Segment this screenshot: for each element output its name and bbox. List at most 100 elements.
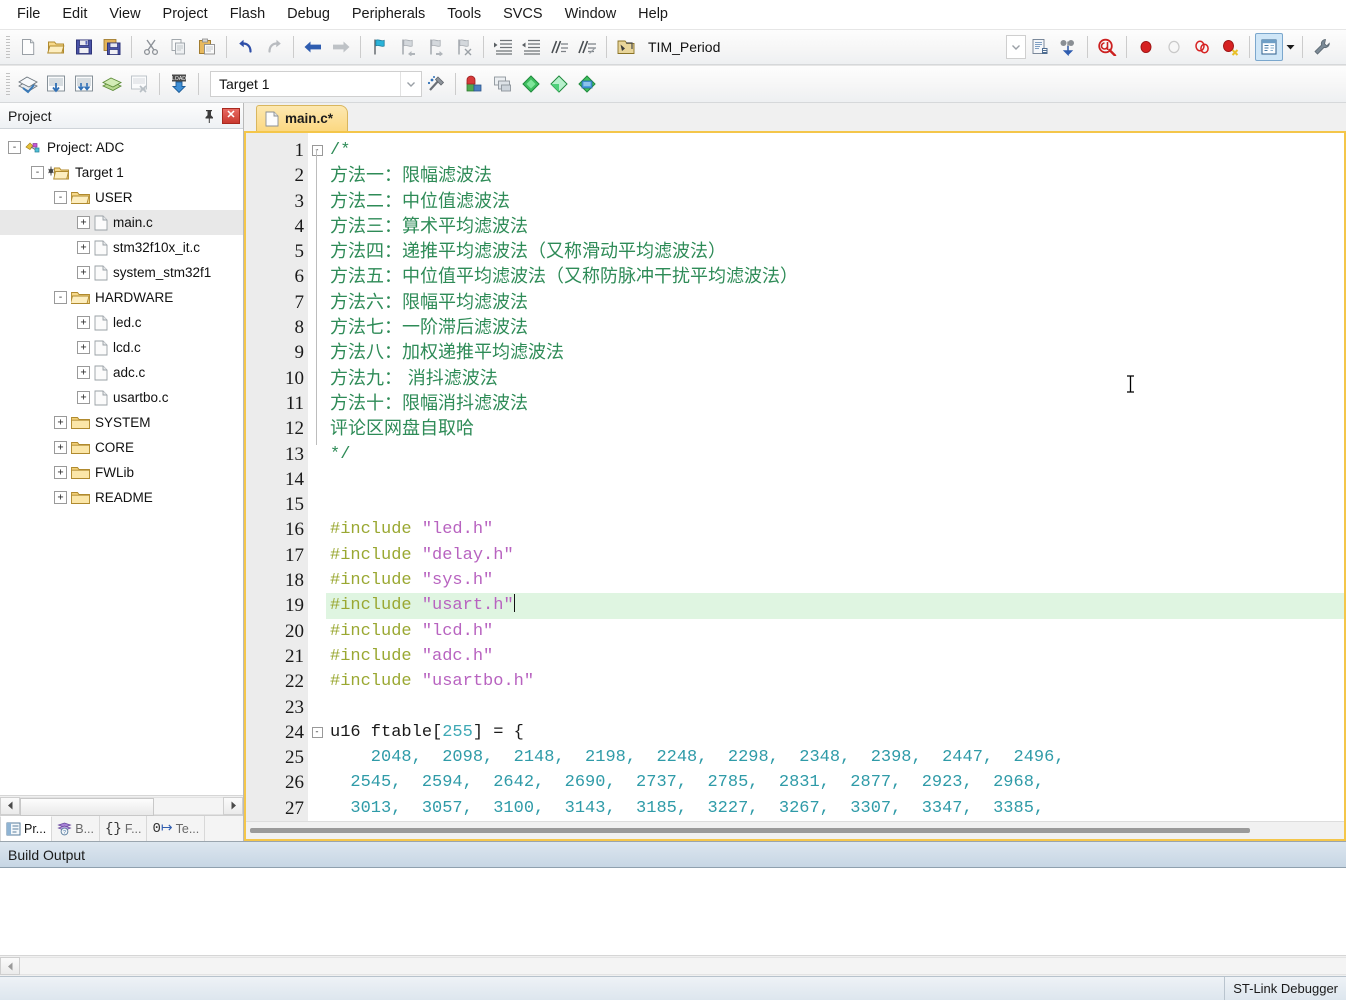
navigate-back-icon[interactable] (299, 33, 327, 61)
menu-debug[interactable]: Debug (276, 3, 341, 25)
tab-templates[interactable]: 0↦ Te... (147, 816, 206, 841)
expand-toggle-icon[interactable]: + (77, 266, 90, 279)
collapse-toggle-icon[interactable]: - (31, 166, 44, 179)
expand-toggle-icon[interactable]: + (54, 466, 67, 479)
code-line[interactable]: 方法五：中位值平均滤波法（又称防脉冲干扰平均滤波法） (326, 264, 1344, 289)
bookmark-next-icon[interactable] (422, 33, 450, 61)
code-line[interactable]: 方法三：算术平均滤波法 (326, 214, 1344, 239)
find-dropdown-arrow-icon[interactable] (1006, 35, 1026, 59)
code-text[interactable]: /* 方法一：限幅滤波法 方法二：中位值滤波法 方法三：算术平均滤波法 方法四：递推平均… (326, 133, 1344, 821)
code-line[interactable]: #include "usart.h" (326, 593, 1344, 619)
expand-toggle-icon[interactable]: + (77, 316, 90, 329)
bookmark-list-icon[interactable] (1026, 33, 1054, 61)
document-tab-main-c[interactable]: main.c* (256, 105, 349, 131)
build-output-text[interactable] (0, 868, 1346, 956)
copy-icon[interactable] (165, 33, 193, 61)
menu-window[interactable]: Window (554, 3, 628, 25)
find-in-files-icon[interactable] (612, 33, 640, 61)
code-line[interactable]: /* (326, 138, 1344, 163)
manage-project-items-icon[interactable] (517, 70, 545, 98)
bookmark-clear-icon[interactable] (450, 33, 478, 61)
open-file-icon[interactable] (42, 33, 70, 61)
tree-item-lcd-c[interactable]: + lcd.c (0, 335, 243, 360)
target-selector[interactable]: Target 1 (210, 71, 422, 97)
code-line[interactable]: #include "led.h" (326, 517, 1344, 542)
menu-edit[interactable]: Edit (51, 3, 98, 25)
insert-breakpoint-icon[interactable] (1132, 33, 1160, 61)
tree-item-target-1[interactable]: - Target 1 (0, 160, 243, 185)
code-line[interactable] (326, 695, 1344, 720)
hscroll-thumb[interactable] (20, 797, 154, 816)
tree-item-system[interactable]: + SYSTEM (0, 410, 243, 435)
expand-toggle-icon[interactable]: + (54, 416, 67, 429)
pack-installer-icon[interactable] (573, 70, 601, 98)
code-folding-column[interactable]: -- (308, 133, 326, 821)
disable-breakpoint-icon[interactable] (1188, 33, 1216, 61)
bookmark-toggle-icon[interactable] (366, 33, 394, 61)
code-line[interactable]: #include "sys.h" (326, 568, 1344, 593)
tree-item-system-stm32f1[interactable]: + system_stm32f1 (0, 260, 243, 285)
menu-view[interactable]: View (98, 3, 151, 25)
fold-toggle-icon[interactable]: - (308, 720, 326, 745)
scroll-left-icon[interactable] (0, 957, 20, 975)
code-line[interactable]: 方法二：中位值滤波法 (326, 189, 1344, 214)
tree-item-project-adc[interactable]: - Project: ADC (0, 135, 243, 160)
tree-item-adc-c[interactable]: + adc.c (0, 360, 243, 385)
fold-toggle-icon[interactable]: - (308, 138, 326, 163)
kill-all-breakpoints-icon[interactable] (1216, 33, 1244, 61)
code-line[interactable]: 3013, 3057, 3100, 3143, 3185, 3227, 3267… (326, 796, 1344, 821)
tree-item-usartbo-c[interactable]: + usartbo.c (0, 385, 243, 410)
menu-tools[interactable]: Tools (436, 3, 492, 25)
expand-toggle-icon[interactable]: + (77, 366, 90, 379)
wizard-dropdown-arrow-icon[interactable] (1283, 33, 1297, 61)
code-line[interactable]: 方法四：递推平均滤波法（又称滑动平均滤波法） (326, 239, 1344, 264)
find-field-value[interactable]: TIM_Period (640, 39, 770, 55)
expand-toggle-icon[interactable]: + (77, 241, 90, 254)
expand-toggle-icon[interactable]: + (77, 391, 90, 404)
menu-project[interactable]: Project (152, 3, 219, 25)
cut-icon[interactable] (137, 33, 165, 61)
tree-item-fwlib[interactable]: + FWLib (0, 460, 243, 485)
tree-item-led-c[interactable]: + led.c (0, 310, 243, 335)
code-line[interactable]: #include "lcd.h" (326, 619, 1344, 644)
scroll-left-icon[interactable] (0, 796, 20, 815)
pin-icon[interactable] (199, 106, 219, 126)
outdent-icon[interactable] (517, 33, 545, 61)
undo-icon[interactable] (232, 33, 260, 61)
redo-icon[interactable] (260, 33, 288, 61)
expand-toggle-icon[interactable]: + (77, 341, 90, 354)
tree-item-readme[interactable]: + README (0, 485, 243, 510)
bookmark-prev-icon[interactable] (394, 33, 422, 61)
code-line[interactable]: 方法十：限幅消抖滤波法 (326, 391, 1344, 416)
tree-item-core[interactable]: + CORE (0, 435, 243, 460)
tree-item-hardware[interactable]: - HARDWARE (0, 285, 243, 310)
stop-build-icon[interactable] (126, 70, 154, 98)
code-line[interactable]: 方法九： 消抖滤波法 (326, 366, 1344, 391)
comment-icon[interactable] (545, 33, 573, 61)
customize-tools-icon[interactable] (1308, 33, 1336, 61)
editor-hscrollbar[interactable] (246, 821, 1344, 839)
build-hscroll-track[interactable] (20, 957, 1346, 975)
download-icon[interactable]: LOAD (165, 70, 193, 98)
build-output-hscrollbar[interactable] (0, 956, 1346, 976)
menu-peripherals[interactable]: Peripherals (341, 3, 436, 25)
code-line[interactable]: 方法一：限幅滤波法 (326, 163, 1344, 188)
manage-multi-project-icon[interactable] (545, 70, 573, 98)
expand-toggle-icon[interactable]: + (54, 441, 67, 454)
code-line[interactable]: 方法七：一阶滞后滤波法 (326, 315, 1344, 340)
code-line[interactable] (326, 467, 1344, 492)
menu-flash[interactable]: Flash (219, 3, 276, 25)
expand-toggle-icon[interactable]: + (77, 216, 90, 229)
code-editor[interactable]: 1 2 3 4 5 6 7 8 9 10 11 12 13 14 15 16 17 18 19 20 21 22 23 24 2… (244, 131, 1346, 841)
collapse-toggle-icon[interactable]: - (54, 291, 67, 304)
tree-item-stm32f10x-it-c[interactable]: + stm32f10x_it.c (0, 235, 243, 260)
configuration-wizard-icon[interactable] (1255, 33, 1283, 61)
code-line[interactable]: 评论区网盘自取哈 (326, 416, 1344, 441)
collapse-toggle-icon[interactable]: - (54, 191, 67, 204)
project-tree-hscrollbar[interactable] (0, 795, 243, 816)
tab-books[interactable]: ? B... (52, 816, 100, 841)
collapse-toggle-icon[interactable]: - (8, 141, 21, 154)
code-scroll-area[interactable]: 1 2 3 4 5 6 7 8 9 10 11 12 13 14 15 16 17 18 19 20 21 22 23 24 2… (246, 133, 1344, 821)
code-line[interactable]: 方法八：加权递推平均滤波法 (326, 340, 1344, 365)
find-binoculars-icon[interactable] (1054, 33, 1082, 61)
